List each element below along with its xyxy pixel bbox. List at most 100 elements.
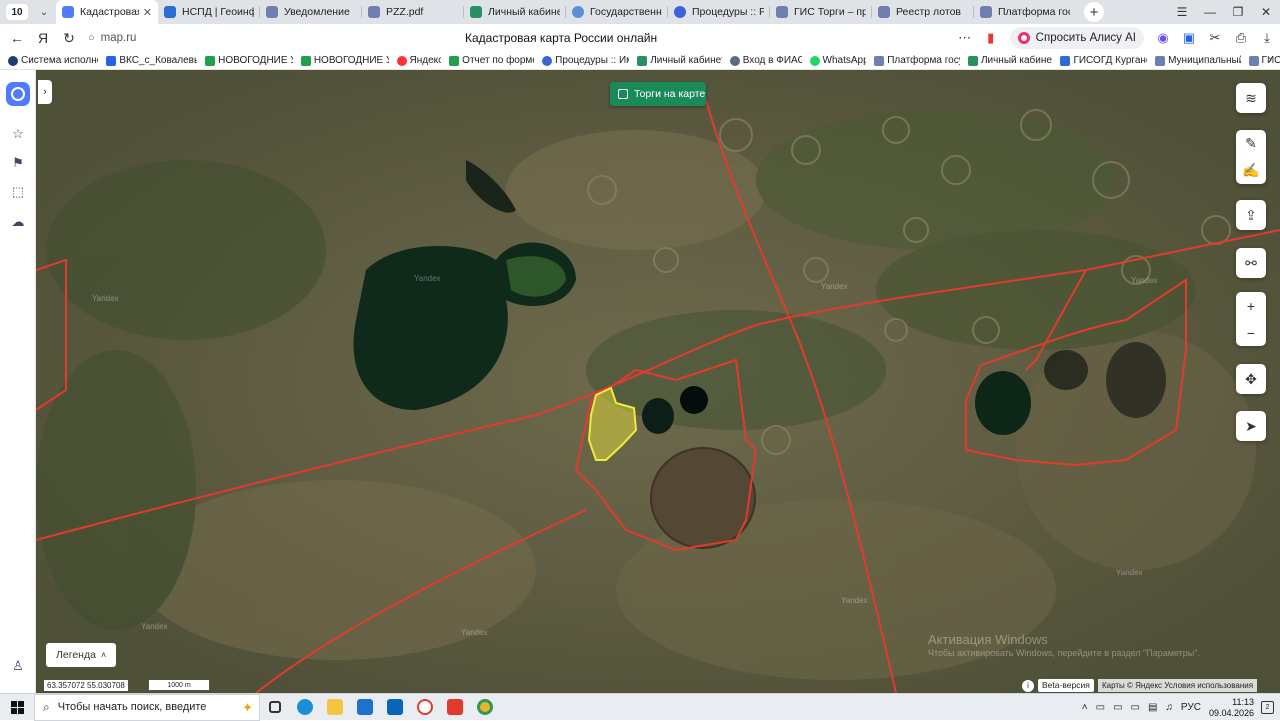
profile-icon[interactable]: ♙ bbox=[8, 656, 28, 676]
bookmark-item[interactable]: Система исполне bbox=[8, 55, 98, 66]
cadastral-map[interactable]: Yandex Yandex Yandex Yandex Yandex Yande… bbox=[36, 70, 1280, 693]
bookmark-item[interactable]: Процедуры :: Им bbox=[542, 55, 629, 66]
maximize-icon[interactable]: ❐ bbox=[1224, 0, 1252, 24]
tab-gov-platform[interactable]: Платформа госуд bbox=[974, 0, 1076, 24]
more-icon[interactable]: ⋯ bbox=[952, 30, 978, 46]
tab-cadastral-map[interactable]: Кадастровая к ✕ bbox=[56, 0, 158, 24]
url-text[interactable]: map.ru bbox=[101, 32, 137, 44]
legend-button[interactable]: Легенда ˄ bbox=[46, 643, 116, 667]
yandex-browser-icon[interactable] bbox=[410, 694, 440, 721]
tools-icon[interactable]: ✂ bbox=[1202, 30, 1228, 46]
network-icon[interactable]: ▤ bbox=[1148, 702, 1157, 713]
edge-icon[interactable] bbox=[290, 694, 320, 721]
layers-button[interactable]: ≋ bbox=[1236, 83, 1266, 113]
beta-badge[interactable]: Beta-версия bbox=[1038, 679, 1094, 692]
ruler-icon[interactable]: ✎ bbox=[1245, 135, 1257, 152]
star-icon[interactable]: ☆ bbox=[8, 124, 28, 144]
bookmark-item[interactable]: WhatsApp bbox=[809, 55, 866, 66]
tab-nspd[interactable]: НСПД | Геоинфор bbox=[158, 0, 260, 24]
system-tray: ˄ ▭ ▭ ▭ ▤ ♫ РУС 11:13 09.04.2026 2 bbox=[1082, 694, 1280, 721]
bookmark-item[interactable]: Яндекс bbox=[396, 55, 441, 66]
search-placeholder[interactable]: Чтобы начать поиск, введите bbox=[58, 701, 207, 713]
tab-list-chevron-icon[interactable]: ⌄ bbox=[34, 7, 54, 18]
tray-app-icon[interactable]: ▭ bbox=[1113, 702, 1122, 713]
yandex-icon[interactable] bbox=[440, 694, 470, 721]
yandex-extension-icon[interactable]: ▣ bbox=[1176, 30, 1202, 46]
task-view-icon[interactable] bbox=[260, 694, 290, 721]
zoom-out-icon[interactable]: − bbox=[1247, 325, 1255, 341]
bookmark-sidebar-icon[interactable]: ⚑ bbox=[8, 153, 28, 173]
emblem-icon bbox=[878, 6, 890, 18]
back-icon[interactable]: ← bbox=[4, 24, 30, 52]
volume-icon[interactable]: ♫ bbox=[1165, 702, 1173, 713]
clock[interactable]: 11:13 09.04.2026 bbox=[1209, 697, 1254, 719]
bookmark-item[interactable]: Отчет по форме bbox=[449, 55, 534, 66]
location-arrow-icon: ➤ bbox=[1245, 417, 1257, 434]
cloud-icon[interactable]: ☁ bbox=[8, 212, 28, 232]
share-button[interactable]: ⚯ bbox=[1236, 248, 1266, 278]
close-window-icon[interactable]: ✕ bbox=[1252, 0, 1280, 24]
taskbar-search[interactable]: ⌕ Чтобы начать поиск, введите ✦ bbox=[34, 693, 260, 721]
close-icon[interactable]: ✕ bbox=[143, 6, 152, 19]
notifications-icon[interactable]: 2 bbox=[1261, 701, 1274, 714]
tab-notification[interactable]: Уведомление bbox=[260, 0, 362, 24]
store-icon[interactable] bbox=[350, 694, 380, 721]
bookmark-item[interactable]: ГИС bbox=[1248, 55, 1280, 66]
chrome-icon[interactable] bbox=[470, 694, 500, 721]
auctions-on-map-toggle[interactable]: Торги на карте bbox=[610, 82, 706, 106]
tab-state[interactable]: Государственный bbox=[566, 0, 668, 24]
bookmark-favicon-icon bbox=[637, 55, 648, 66]
edit-icon[interactable]: ✍ bbox=[1242, 162, 1259, 179]
ask-alice-button[interactable]: Спросить Алису AI bbox=[1009, 27, 1144, 49]
map-copyright[interactable]: Карты © Яндекс Условия использования bbox=[1098, 679, 1258, 692]
site-info-icon[interactable]: ○ bbox=[88, 32, 95, 44]
info-icon[interactable]: i bbox=[1022, 680, 1034, 692]
tray-app-icon[interactable]: ▭ bbox=[1096, 702, 1105, 713]
start-button[interactable] bbox=[0, 694, 34, 721]
bookmark-item[interactable]: Личный кабинет bbox=[967, 55, 1052, 66]
bookmark-item[interactable]: Вход в ФИАС bbox=[729, 55, 802, 66]
geolocation-button[interactable]: ➤ bbox=[1236, 411, 1266, 441]
tray-app-icon[interactable]: ▭ bbox=[1131, 702, 1140, 713]
chevron-up-icon: ˄ bbox=[100, 650, 107, 660]
download-icon[interactable]: ⤓ bbox=[1254, 30, 1280, 46]
reload-icon[interactable]: ↻ bbox=[56, 24, 82, 52]
checkbox-icon[interactable] bbox=[618, 89, 628, 99]
bookmark-item[interactable]: Платформа госу bbox=[874, 55, 960, 66]
tray-chevron-icon[interactable]: ˄ bbox=[1082, 702, 1088, 713]
language-indicator[interactable]: РУС bbox=[1181, 702, 1201, 713]
new-tab-button[interactable]: + bbox=[1084, 2, 1104, 22]
tab-personal-account[interactable]: Личный кабинет bbox=[464, 0, 566, 24]
tab-procedures[interactable]: Процедуры :: Реа bbox=[668, 0, 770, 24]
alice-logo-icon[interactable] bbox=[6, 82, 30, 106]
bookmark-item[interactable]: Личный кабинет bbox=[637, 55, 722, 66]
upload-button[interactable]: ⇪ bbox=[1236, 200, 1266, 230]
alice-icon bbox=[1017, 32, 1030, 44]
bookmark-manager-icon[interactable]: ☰ bbox=[1168, 0, 1196, 24]
tab-pzz-pdf[interactable]: PZZ.pdf bbox=[362, 0, 464, 24]
bookmark-item[interactable]: ВКС_с_Ковалевы bbox=[106, 55, 197, 66]
bookmark-item[interactable]: НОВОГОДНИЕ У bbox=[300, 55, 389, 66]
minimize-icon[interactable]: — bbox=[1196, 0, 1224, 24]
tab-lot-registry[interactable]: Реестр лотов bbox=[872, 0, 974, 24]
tab-counter[interactable]: 10 bbox=[6, 4, 28, 20]
share-icon: ⚯ bbox=[1245, 254, 1257, 271]
bookmark-item[interactable]: НОВОГОДНИЕ У bbox=[205, 55, 293, 66]
bookmark-icon[interactable]: ▮ bbox=[978, 30, 1004, 46]
screenshot-icon[interactable]: ⬚ bbox=[8, 182, 28, 202]
tab-gis-torgi[interactable]: ГИС Торги – прод bbox=[770, 0, 872, 24]
bookmarks-more-icon[interactable]: › bbox=[1268, 54, 1272, 66]
outlook-icon[interactable] bbox=[380, 694, 410, 721]
downloads-icon[interactable]: ⎙ bbox=[1228, 30, 1254, 46]
search-icon: ⌕ bbox=[43, 699, 50, 714]
pan-button[interactable]: ✥ bbox=[1236, 364, 1266, 394]
yandex-id-icon[interactable]: Я bbox=[30, 24, 56, 52]
extension-icon[interactable]: ◉ bbox=[1150, 30, 1176, 46]
satellite-map-layer[interactable] bbox=[36, 70, 1280, 693]
bookmark-item[interactable]: Муниципальный bbox=[1155, 55, 1241, 66]
file-explorer-icon[interactable] bbox=[320, 694, 350, 721]
bookmark-item[interactable]: ГИСОГД Курганс bbox=[1060, 55, 1147, 66]
expand-panel-chevron-icon[interactable]: › bbox=[38, 80, 52, 104]
zoom-in-icon[interactable]: + bbox=[1247, 298, 1255, 314]
emblem-icon bbox=[980, 6, 992, 18]
